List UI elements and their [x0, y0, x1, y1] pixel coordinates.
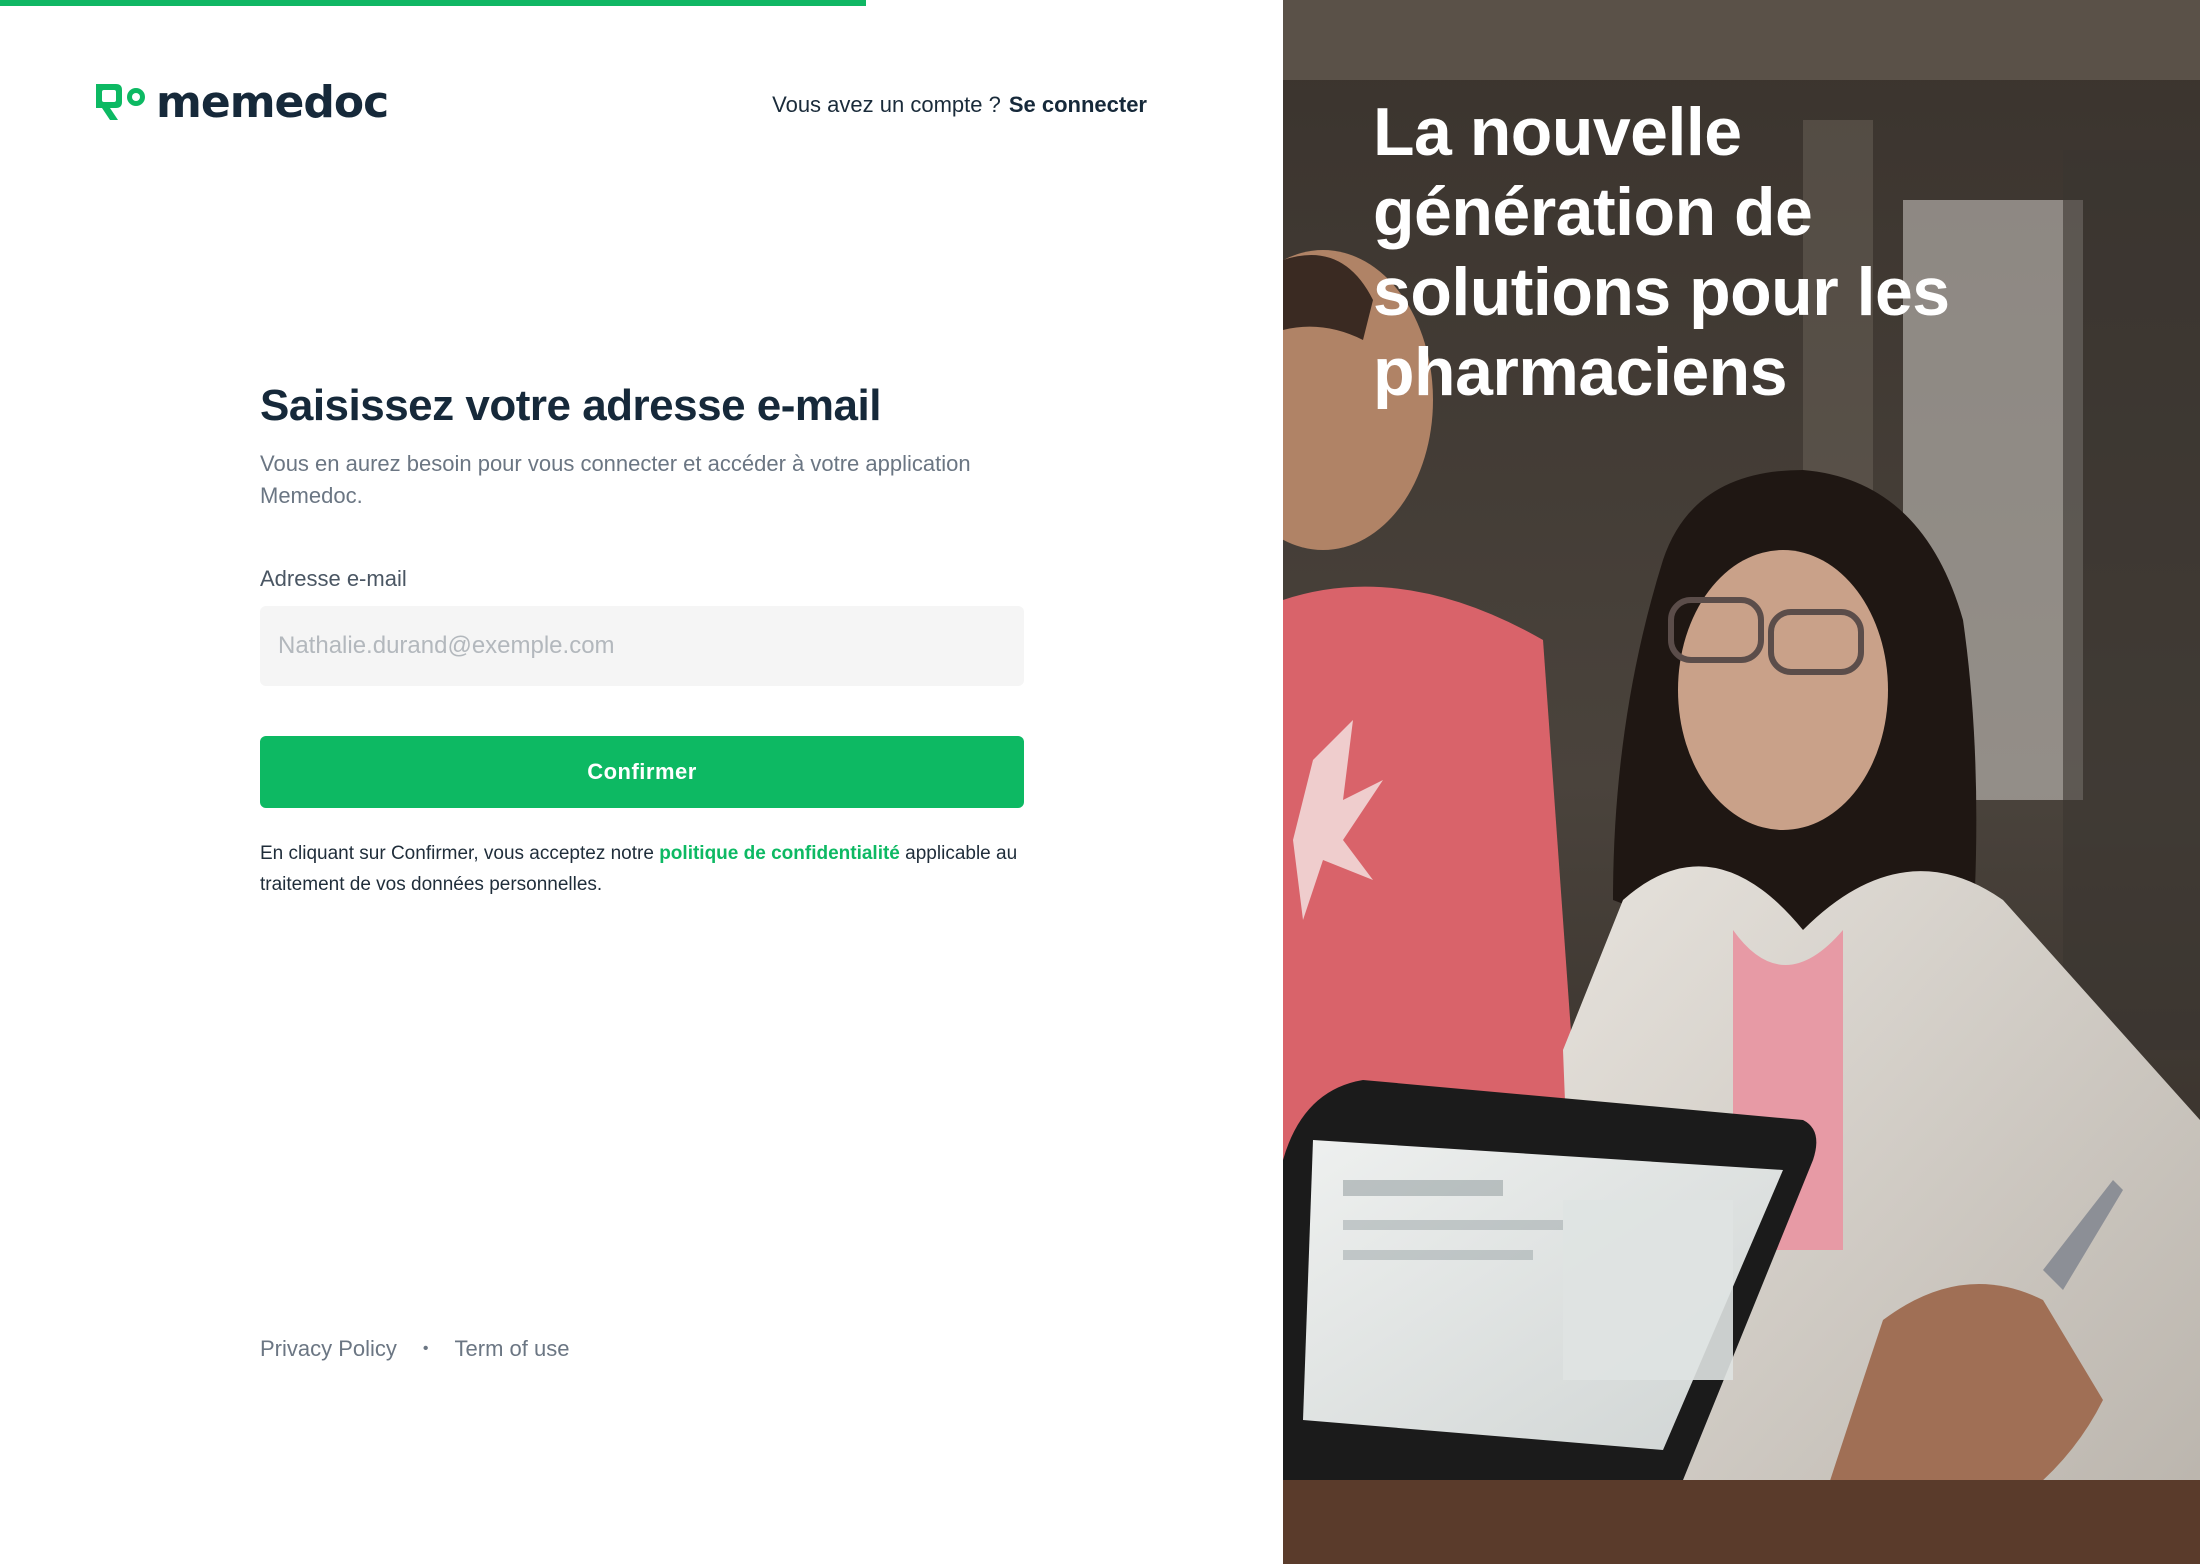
footer-links: Privacy Policy • Term of use: [260, 1336, 569, 1362]
email-label: Adresse e-mail: [260, 566, 407, 591]
brand-name: memedoc: [156, 77, 389, 128]
brand-logo[interactable]: memedoc: [92, 77, 389, 128]
account-question: Vous avez un compte ?: [772, 92, 1001, 117]
footer-privacy-link[interactable]: Privacy Policy: [260, 1336, 397, 1362]
progress-bar: [0, 0, 1283, 6]
account-prompt: Vous avez un compte ? Se connecter: [772, 92, 1147, 118]
hero-headline: La nouvelle génération de solutions pour…: [1373, 94, 1950, 410]
email-form: Saisissez votre adresse e-mail Vous en a…: [260, 378, 1024, 900]
privacy-policy-link[interactable]: politique de confidentialité: [659, 843, 900, 864]
footer-separator: •: [422, 1340, 429, 1357]
leaf-logo-icon: [96, 84, 145, 120]
signin-link[interactable]: Se connecter: [1009, 92, 1147, 118]
progress-bar-fill: [0, 0, 867, 6]
hero-panel: La nouvelle génération de solutions pour…: [1283, 0, 2200, 1564]
signup-panel: memedoc Vous avez un compte ? Se connect…: [0, 0, 1283, 1564]
legal-text-before: En cliquant sur Confirmer, vous acceptez…: [260, 843, 660, 864]
page-title: Saisissez votre adresse e-mail: [260, 381, 881, 430]
page-subtitle: Vous en aurez besoin pour vous connecter…: [260, 451, 971, 508]
confirm-button[interactable]: Confirmer: [260, 736, 1024, 808]
footer-terms-link[interactable]: Term of use: [455, 1336, 570, 1362]
legal-notice: En cliquant sur Confirmer, vous acceptez…: [260, 838, 1024, 900]
email-input[interactable]: [260, 606, 1024, 686]
